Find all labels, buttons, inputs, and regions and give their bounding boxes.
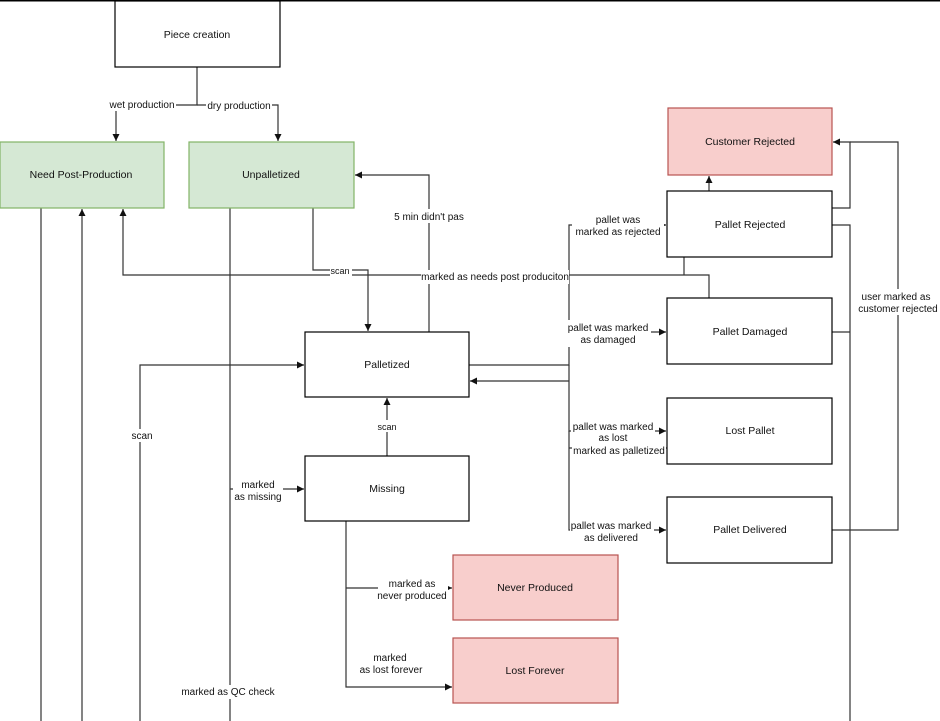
node-lost-pallet[interactable]: Lost Pallet [666,397,833,465]
node-need-post-production[interactable]: Need Post-Production [0,141,165,209]
label-scan-unpalletized: scan [330,266,349,276]
node-palletized[interactable]: Palletized [304,331,470,398]
label-scan-left: scan [131,431,152,442]
node-customer-rejected[interactable]: Customer Rejected [667,107,833,176]
node-pallet-rejected[interactable]: Pallet Rejected [666,190,833,258]
edge-5min [355,171,430,332]
edge-rejected-customer-2 [832,138,851,209]
node-missing[interactable]: Missing [304,455,470,522]
svg-text:Missing: Missing [369,483,405,495]
svg-text:Need Post-Production: Need Post-Production [30,169,133,181]
edge-customer-rejected [832,141,899,531]
node-unpalletized[interactable]: Unpalletized [188,141,355,209]
label-dry-production: dry production [207,101,270,112]
label-customer-rejected: user marked as customer rejected [858,292,937,315]
label-5min: 5 min didn't pas [394,212,464,223]
node-pallet-delivered[interactable]: Pallet Delivered [666,496,833,564]
svg-text:Lost Forever: Lost Forever [506,665,565,677]
svg-text:Never Produced: Never Produced [497,582,573,594]
svg-text:Pallet Delivered: Pallet Delivered [713,524,787,536]
svg-text:Customer Rejected: Customer Rejected [705,136,795,148]
label-marked-palletized: marked as palletized [573,446,665,457]
label-qc-check: marked as QC check [181,687,275,698]
label-needs-post: marked as needs post produciton [421,272,569,283]
state-diagram: wet production dry production 5 min didn… [0,0,940,721]
svg-text:Lost Pallet: Lost Pallet [725,425,774,437]
label-lost-forever: marked as lost forever [360,653,423,676]
svg-text:Pallet Damaged: Pallet Damaged [713,326,788,338]
label-marked-missing: marked as missing [234,480,281,503]
svg-text:Palletized: Palletized [364,359,410,371]
node-lost-forever[interactable]: Lost Forever [452,637,619,704]
edge-scan-left [139,361,304,721]
label-wet-production: wet production [108,100,174,111]
svg-text:Unpalletized: Unpalletized [242,169,300,181]
label-scan-missing: scan [377,422,396,432]
edge-rejected-down [832,224,851,721]
node-piece-creation[interactable]: Piece creation [114,0,281,68]
node-pallet-damaged[interactable]: Pallet Damaged [666,297,833,365]
node-never-produced[interactable]: Never Produced [452,554,619,621]
svg-text:Piece creation: Piece creation [164,29,231,41]
svg-text:Pallet Rejected: Pallet Rejected [715,219,786,231]
